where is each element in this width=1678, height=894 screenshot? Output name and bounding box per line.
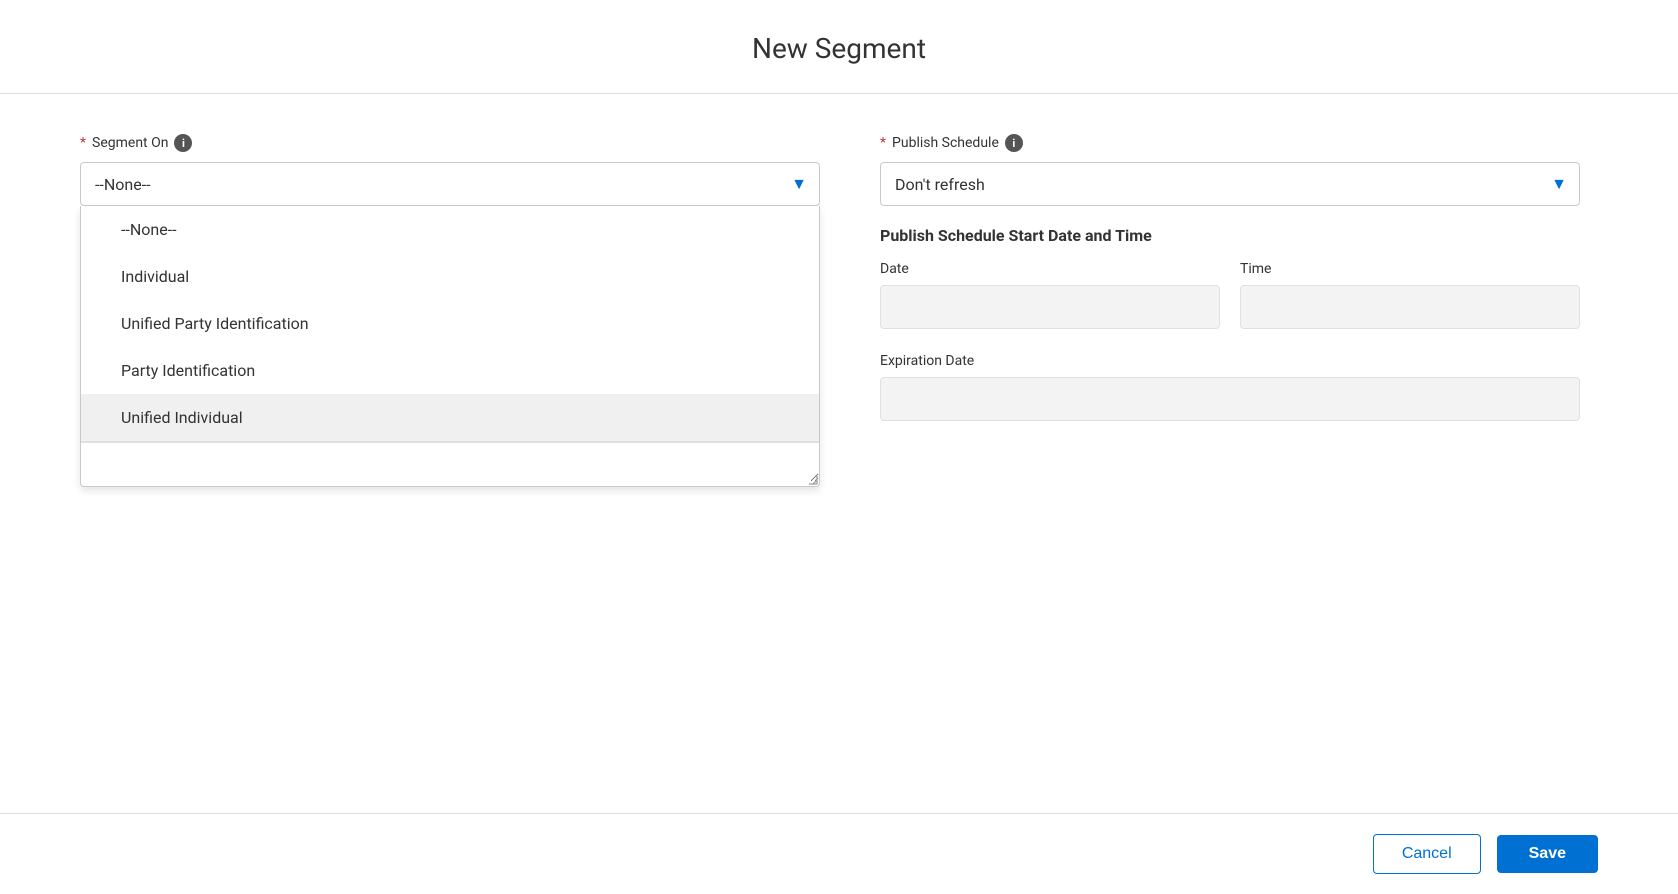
segment-on-label-text: Segment On <box>92 135 168 151</box>
publish-schedule-label: * Publish Schedule i <box>880 134 1580 152</box>
publish-schedule-select-wrapper[interactable]: Don't refresh ▼ <box>880 162 1580 206</box>
footer: Cancel Save <box>0 813 1678 894</box>
publish-schedule-chevron: ▼ <box>1551 174 1567 194</box>
publish-schedule-select[interactable]: Don't refresh ▼ <box>880 162 1580 206</box>
dropdown-textarea[interactable] <box>81 442 819 482</box>
expiration-label: Expiration Date <box>880 353 1580 369</box>
right-column: * Publish Schedule i Don't refresh ▼ Pub… <box>880 134 1580 773</box>
publish-schedule-info-icon[interactable]: i <box>1005 134 1023 152</box>
date-input[interactable] <box>880 285 1220 329</box>
expiration-field: Expiration Date <box>880 353 1580 421</box>
time-field: Time <box>1240 261 1580 329</box>
publish-schedule-selected-value: Don't refresh <box>895 175 985 194</box>
save-button[interactable]: Save <box>1497 835 1598 873</box>
publish-schedule-label-text: Publish Schedule <box>892 135 999 151</box>
left-column: * Segment On i --None-- ▼ --None-- Indiv… <box>80 134 820 773</box>
page-title: New Segment <box>0 0 1678 94</box>
publish-schedule-section-title: Publish Schedule Start Date and Time <box>880 226 1580 245</box>
segment-on-label: * Segment On i <box>80 134 820 152</box>
dropdown-option-none[interactable]: --None-- <box>81 206 819 253</box>
dropdown-option-individual[interactable]: Individual <box>81 253 819 300</box>
cancel-button[interactable]: Cancel <box>1373 834 1481 874</box>
resize-handle-icon <box>803 470 819 486</box>
dropdown-option-unified-individual[interactable]: Unified Individual <box>81 394 819 441</box>
expiration-input[interactable] <box>880 377 1580 421</box>
segment-on-select[interactable]: --None-- ▼ <box>80 162 820 206</box>
segment-on-chevron: ▼ <box>791 174 807 194</box>
segment-on-info-icon[interactable]: i <box>174 134 192 152</box>
segment-on-select-wrapper[interactable]: --None-- ▼ --None-- Individual Unified P… <box>80 162 820 206</box>
time-label: Time <box>1240 261 1580 277</box>
date-field: Date <box>880 261 1220 329</box>
publish-schedule-required-star: * <box>880 135 886 151</box>
dropdown-option-unified-party[interactable]: Unified Party Identification <box>81 300 819 347</box>
dropdown-option-party-id[interactable]: Party Identification <box>81 347 819 394</box>
segment-on-dropdown: --None-- Individual Unified Party Identi… <box>80 206 820 487</box>
date-time-row: Date Time <box>880 261 1580 329</box>
segment-on-selected-value: --None-- <box>95 175 151 194</box>
date-label: Date <box>880 261 1220 277</box>
required-star: * <box>80 135 86 151</box>
form-area: * Segment On i --None-- ▼ --None-- Indiv… <box>0 94 1678 813</box>
time-input[interactable] <box>1240 285 1580 329</box>
